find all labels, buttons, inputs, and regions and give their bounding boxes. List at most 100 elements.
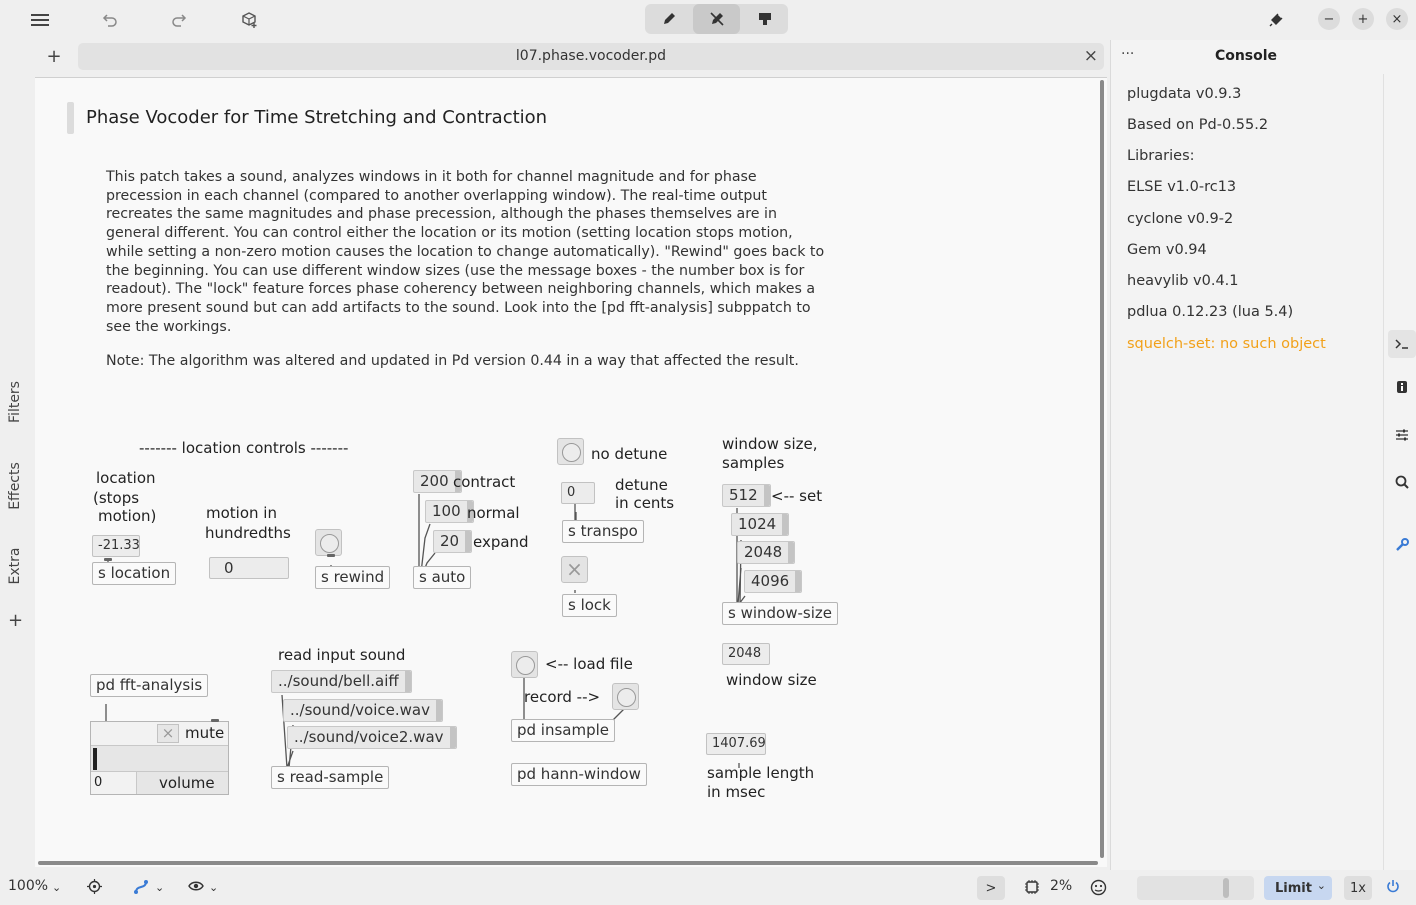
contract-comment: contract [453, 473, 516, 491]
window-message-4096[interactable]: 4096 [744, 570, 803, 593]
s-window-size-object[interactable]: s window-size [722, 602, 838, 625]
limiter-chevron-down-icon[interactable]: ⌄ [1317, 879, 1326, 892]
console-line: Libraries: [1127, 148, 1195, 164]
volume-number-box[interactable]: 0 [91, 772, 137, 794]
sidebar-item-extra[interactable]: Extra [7, 541, 27, 591]
presentation-mode-icon[interactable] [741, 4, 788, 34]
s-location-object[interactable]: s location [92, 562, 177, 585]
active-tab[interactable]: l07.phase.vocoder.pd × [78, 43, 1104, 70]
sliders-icon[interactable] [1391, 424, 1413, 446]
detune-comment-2: in cents [615, 494, 675, 512]
dsp-power-icon[interactable] [1386, 879, 1400, 897]
window-size-readout: 2048 [722, 643, 770, 665]
location-comment-3: motion) [98, 507, 157, 525]
record-bang[interactable] [612, 683, 639, 710]
title-accent-bar [67, 102, 74, 134]
no-detune-bang[interactable] [557, 438, 584, 465]
console-line: Based on Pd-0.55.2 [1127, 117, 1269, 133]
close-window-button[interactable]: × [1386, 8, 1408, 30]
volume-slider-knob[interactable] [93, 748, 97, 770]
add-object-icon[interactable] [235, 6, 263, 34]
lock-toggle[interactable]: × [561, 556, 588, 583]
mute-label: mute [185, 724, 225, 742]
s-rewind-object[interactable]: s rewind [315, 566, 391, 589]
location-outlet [104, 558, 112, 561]
volume-slider-handle[interactable] [1223, 878, 1229, 898]
zoom-chevron-down-icon[interactable]: ⌄ [52, 881, 61, 894]
voice2-message[interactable]: ../sound/voice2.wav [287, 726, 457, 749]
normal-comment: normal [467, 504, 520, 522]
window-message-1024[interactable]: 1024 [731, 513, 790, 536]
minimize-button[interactable]: − [1318, 8, 1340, 30]
output-gui-panel: × mute 0 volume [90, 721, 229, 795]
set-comment: <-- set [771, 487, 823, 505]
window-message-2048[interactable]: 2048 [737, 541, 796, 564]
patch-title: Phase Vocoder for Time Stretching and Co… [86, 107, 548, 128]
s-transpo-object[interactable]: s transpo [562, 520, 644, 543]
wrench-icon[interactable] [1391, 534, 1413, 556]
status-bar: 100% ⌄ ⌄ ⌄ > 2% Limit ⌄ 1x [0, 872, 1416, 905]
terminal-icon[interactable] [1388, 330, 1416, 358]
sidebar-item-effects[interactable]: Effects [7, 456, 27, 516]
location-comment-1: location [96, 469, 156, 487]
console-title: Console [1214, 48, 1278, 64]
edit-mode-pencil-icon[interactable] [645, 4, 692, 34]
search-icon[interactable] [1391, 471, 1413, 493]
pd-insample-object[interactable]: pd insample [511, 719, 616, 742]
oversample-button[interactable]: 1x [1344, 876, 1372, 900]
hamburger-menu-icon[interactable] [26, 6, 54, 34]
console-line: cyclone v0.9-2 [1127, 211, 1234, 227]
eye-chevron-down-icon[interactable]: ⌄ [209, 881, 218, 894]
rewind-bang[interactable] [315, 529, 342, 556]
sidebar-item-filters[interactable]: Filters [7, 372, 27, 432]
sample-length-comment-1: sample length [707, 764, 815, 782]
limiter-button[interactable]: Limit ⌄ [1264, 876, 1332, 900]
horizontal-scrollbar[interactable] [38, 861, 1098, 865]
motion-number-box[interactable]: 0 [209, 557, 289, 579]
location-number-box[interactable]: -21.33 [92, 535, 140, 557]
redo-icon[interactable] [165, 6, 193, 34]
s-read-sample-object[interactable]: s read-sample [271, 766, 390, 789]
detune-number-box[interactable]: 0 [561, 482, 595, 504]
top-toolbar: − + × [0, 0, 1416, 40]
close-tab-icon[interactable]: × [1084, 46, 1098, 66]
window-message-512[interactable]: 512 [722, 484, 771, 507]
connection-chevron-down-icon[interactable]: ⌄ [155, 881, 164, 894]
location-comment-2: (stops [93, 489, 140, 507]
window-size-comment-1: window size, [722, 435, 818, 453]
location-controls-label: ------- location controls ------- [139, 439, 349, 457]
load-file-bang[interactable] [511, 651, 538, 678]
motion-comment-2: hundredths [205, 524, 291, 542]
rewind-outlet [327, 554, 335, 557]
pd-fft-analysis-object[interactable]: pd fft-analysis [90, 674, 209, 697]
crosshair-icon[interactable] [87, 879, 102, 898]
zoom-level[interactable]: 100% [8, 878, 48, 894]
s-lock-object[interactable]: s lock [562, 594, 617, 617]
connection-style-icon[interactable] [133, 879, 149, 899]
console-header: ··· Console [1111, 40, 1381, 74]
patch-note: Note: The algorithm was altered and upda… [106, 353, 799, 369]
run-mode-pencil-off-icon[interactable] [693, 4, 740, 34]
audio-status-icon[interactable] [1090, 879, 1107, 900]
info-icon[interactable] [1391, 376, 1413, 398]
vertical-scrollbar[interactable] [1100, 80, 1104, 858]
console-toggle-button[interactable]: > [977, 876, 1005, 900]
mute-toggle[interactable]: × [157, 724, 179, 743]
plugin-plug-icon[interactable] [1262, 6, 1290, 34]
s-auto-object[interactable]: s auto [413, 566, 472, 589]
expand-comment: expand [473, 533, 529, 551]
detune-comment-1: detune [615, 476, 668, 494]
expand-message-20[interactable]: 20 [433, 530, 473, 553]
undo-icon[interactable] [96, 6, 124, 34]
new-tab-button[interactable]: + [42, 44, 66, 68]
voice-message[interactable]: ../sound/voice.wav [283, 699, 443, 722]
patch-canvas[interactable]: Phase Vocoder for Time Stretching and Co… [35, 77, 1107, 867]
bell-message[interactable]: ../sound/bell.aiff [271, 670, 412, 693]
sidebar-add-button[interactable]: + [8, 610, 23, 631]
maximize-button[interactable]: + [1352, 8, 1374, 30]
volume-slider[interactable] [1137, 876, 1254, 900]
console-line: plugdata v0.9.3 [1127, 86, 1242, 102]
eye-icon[interactable] [188, 880, 204, 896]
cpu-chip-icon [1024, 879, 1040, 899]
pd-hann-window-object[interactable]: pd hann-window [511, 763, 647, 786]
